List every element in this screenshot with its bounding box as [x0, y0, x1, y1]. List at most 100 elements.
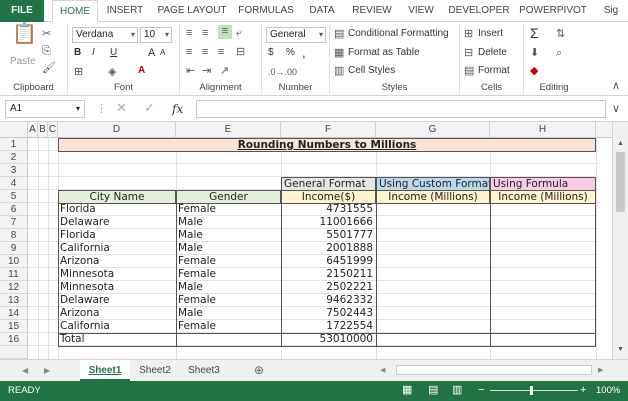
custom-income-header[interactable]: Income (Millions) — [376, 190, 490, 204]
row-header-15[interactable]: 15 — [0, 320, 28, 333]
tab-page-layout[interactable]: PAGE LAYOUT — [154, 0, 230, 22]
gender-cell[interactable]: Male — [178, 242, 278, 255]
find-select-icon[interactable]: ⌕ — [556, 47, 562, 59]
scroll-sheets-left-icon[interactable]: ◀ — [22, 365, 28, 377]
sheet-tab-sheet2[interactable]: Sheet2 — [132, 360, 178, 381]
name-box[interactable]: A1 ▾ — [5, 100, 85, 118]
row-header-17[interactable] — [0, 346, 28, 359]
gender-cell[interactable]: Male — [178, 307, 278, 320]
col-header-h[interactable]: H — [490, 122, 596, 138]
paste-button[interactable]: Paste — [10, 56, 36, 67]
select-all-corner[interactable] — [0, 122, 28, 138]
zoom-slider[interactable] — [490, 390, 578, 391]
col-header-d[interactable]: D — [58, 122, 176, 138]
income-header[interactable]: Income($) — [281, 190, 376, 204]
gender-cell[interactable]: Female — [178, 255, 278, 268]
page-layout-view-icon[interactable]: ▤ — [428, 384, 438, 396]
vertical-scrollbar[interactable]: ▲ ▼ — [612, 122, 628, 359]
tab-data[interactable]: DATA — [302, 0, 342, 22]
city-cell[interactable]: Arizona — [60, 255, 174, 268]
total-value[interactable]: 53010000 — [281, 333, 373, 346]
fill-color-icon[interactable]: ◈ — [108, 66, 116, 78]
formula-input[interactable] — [196, 100, 606, 118]
wrap-text-icon[interactable]: ⤶ — [236, 27, 242, 39]
autosum-button[interactable]: Σ — [530, 25, 539, 41]
row-header-14[interactable]: 14 — [0, 307, 28, 320]
format-cells-button[interactable]: Format — [478, 65, 510, 76]
bold-button[interactable]: B — [74, 47, 81, 58]
insert-cells-button[interactable]: Insert — [478, 28, 503, 39]
sheet-title[interactable]: Rounding Numbers to Millions — [58, 138, 596, 152]
normal-view-icon[interactable]: ▦ — [402, 384, 412, 396]
paste-icon[interactable]: 📋 — [12, 24, 37, 44]
city-cell[interactable]: Delaware — [60, 216, 174, 229]
sheet-tab-sheet3[interactable]: Sheet3 — [180, 360, 228, 381]
zoom-out-icon[interactable]: − — [478, 384, 484, 396]
scroll-sheets-right-icon[interactable]: ▶ — [44, 365, 50, 377]
tab-file[interactable]: FILE — [0, 0, 44, 22]
income-cell[interactable]: 11001666 — [281, 216, 373, 229]
col-header-f[interactable]: F — [281, 122, 376, 138]
zoom-slider-thumb[interactable] — [530, 386, 533, 395]
tab-insert[interactable]: INSERT — [102, 0, 148, 22]
row-header-7[interactable]: 7 — [0, 216, 28, 229]
font-name-select[interactable]: Verdana ▾ — [72, 27, 138, 43]
income-cell[interactable]: 2502221 — [281, 281, 373, 294]
page-break-view-icon[interactable]: ▥ — [452, 384, 462, 396]
orientation-icon[interactable]: ↗ — [220, 65, 229, 77]
scroll-up-icon[interactable]: ▲ — [617, 138, 624, 150]
income-cell[interactable]: 5501777 — [281, 229, 373, 242]
city-cell[interactable]: Arizona — [60, 307, 174, 320]
gender-cell[interactable]: Female — [178, 294, 278, 307]
income-cell[interactable]: 1722554 — [281, 320, 373, 333]
grow-font-button[interactable]: A — [148, 47, 155, 59]
scroll-down-icon[interactable]: ▼ — [617, 344, 624, 356]
row-header-3[interactable]: 3 — [0, 164, 28, 177]
zoom-in-icon[interactable]: + — [580, 384, 586, 396]
row-header-12[interactable]: 12 — [0, 281, 28, 294]
tab-review[interactable]: REVIEW — [348, 0, 396, 22]
row-header-8[interactable]: 8 — [0, 229, 28, 242]
borders-icon[interactable]: ⊞ — [74, 66, 83, 78]
copy-icon[interactable]: ⎘ — [42, 45, 51, 57]
collapse-ribbon-icon[interactable]: ∧ — [612, 80, 620, 92]
city-cell[interactable]: California — [60, 242, 174, 255]
enter-icon[interactable]: ✓ — [144, 101, 155, 114]
custom-format-header[interactable]: Using Custom Format — [376, 177, 490, 191]
income-cell[interactable]: 4731555 — [281, 203, 373, 216]
tab-formulas[interactable]: FORMULAS — [236, 0, 296, 22]
delete-cells-button[interactable]: Delete — [478, 47, 507, 58]
merge-center-icon[interactable]: ⊟ — [236, 46, 245, 58]
income-cell[interactable]: 7502443 — [281, 307, 373, 320]
row-header-9[interactable]: 9 — [0, 242, 28, 255]
align-right-icon[interactable]: ≡ — [218, 46, 224, 58]
insert-function-button[interactable]: fx — [172, 102, 183, 116]
city-cell[interactable]: Delaware — [60, 294, 174, 307]
align-middle-icon[interactable]: ≡ — [202, 27, 208, 39]
row-header-6[interactable]: 6 — [0, 203, 28, 216]
row-header-1[interactable]: 1 — [0, 138, 28, 151]
row-header-13[interactable]: 13 — [0, 294, 28, 307]
sheet-tab-sheet1[interactable]: Sheet1 — [80, 360, 130, 381]
new-sheet-icon[interactable]: ⊕ — [254, 364, 264, 376]
gender-cell[interactable]: Female — [178, 268, 278, 281]
income-cell[interactable]: 2150211 — [281, 268, 373, 281]
gender-cell[interactable]: Female — [178, 203, 278, 216]
align-top-icon[interactable]: ≡ — [186, 27, 192, 39]
align-left-icon[interactable]: ≡ — [186, 46, 192, 58]
gender-cell[interactable]: Male — [178, 281, 278, 294]
align-bottom-icon[interactable]: ≡ — [218, 25, 232, 39]
conditional-formatting-button[interactable]: Conditional Formatting — [348, 28, 449, 39]
gender-cell[interactable]: Male — [178, 216, 278, 229]
increase-indent-icon[interactable]: ⇥ — [202, 65, 211, 77]
row-header-10[interactable]: 10 — [0, 255, 28, 268]
city-cell[interactable]: Minnesota — [60, 281, 174, 294]
number-format-select[interactable]: General ▾ — [266, 27, 326, 43]
col-header-b[interactable]: B — [38, 122, 48, 138]
gender-header[interactable]: Gender — [176, 190, 281, 204]
zoom-level[interactable]: 100% — [596, 385, 620, 396]
city-cell[interactable]: Florida — [60, 203, 174, 216]
font-color-button[interactable]: A — [138, 65, 145, 76]
format-painter-icon[interactable]: 🖌 — [42, 62, 56, 74]
tab-developer[interactable]: DEVELOPER — [446, 0, 512, 22]
